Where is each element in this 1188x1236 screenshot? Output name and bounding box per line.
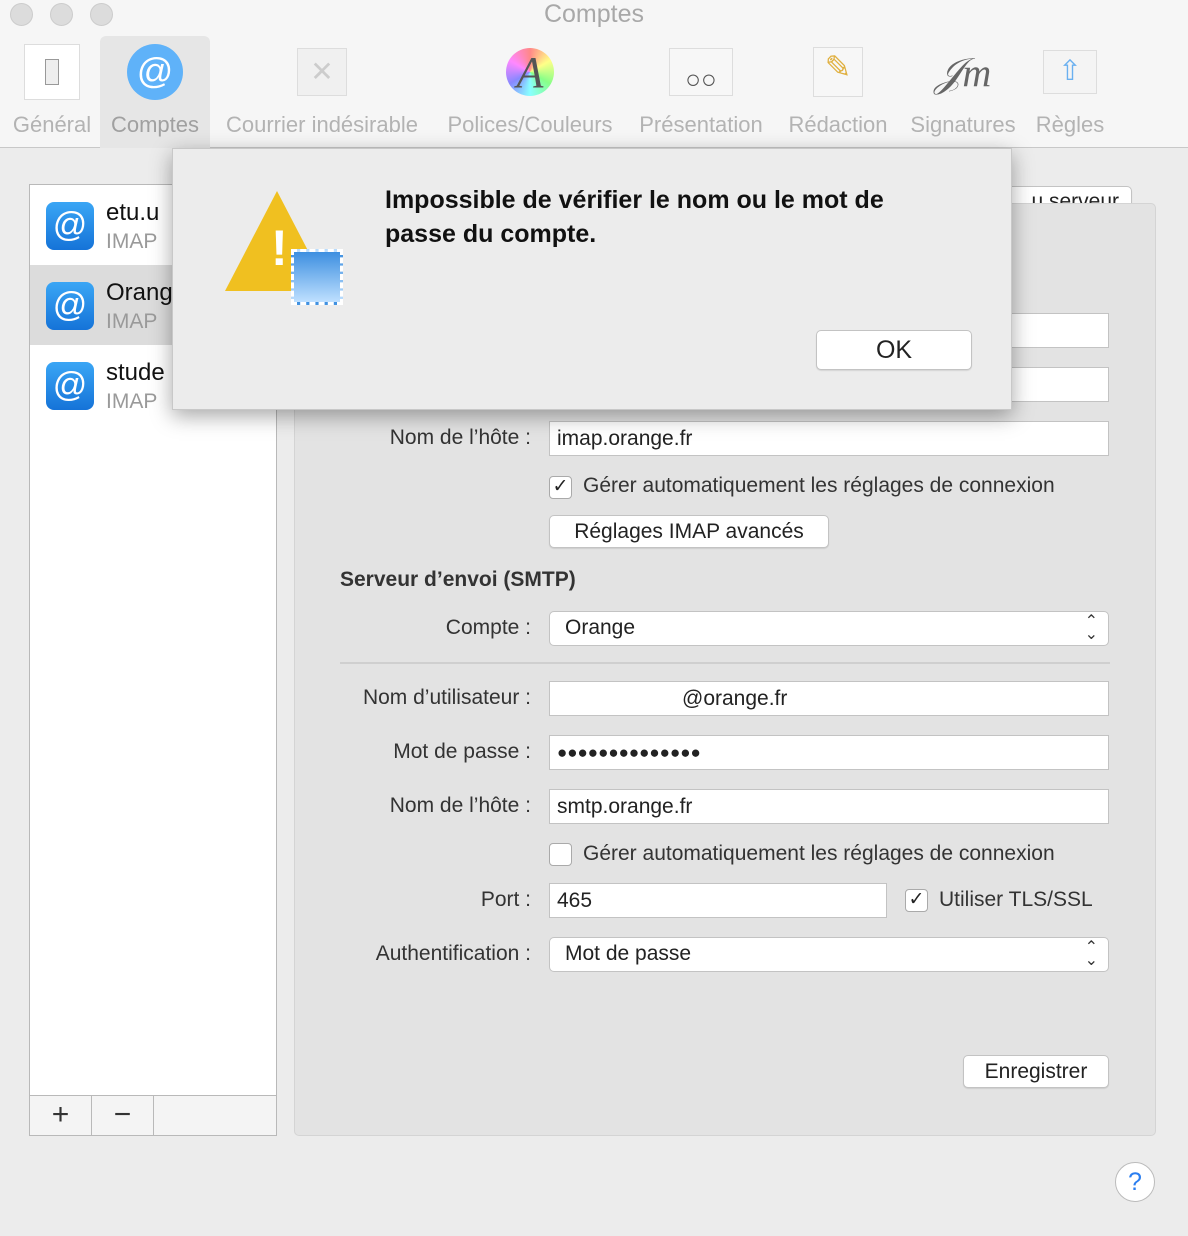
pencil-icon: ✎ <box>782 36 894 108</box>
smtp-account-select[interactable]: Orange ⌃ ⌄ <box>549 611 1109 646</box>
divider <box>340 662 1110 664</box>
smtp-password-input[interactable]: ●●●●●●●●●●●●●● <box>549 735 1109 770</box>
smtp-section-title: Serveur d’envoi (SMTP) <box>340 568 576 591</box>
ok-button[interactable]: OK <box>816 330 972 370</box>
mail-stamp-icon <box>291 249 343 305</box>
smtp-auto-checkbox[interactable] <box>549 843 572 866</box>
list-toolbar: + − <box>30 1095 276 1136</box>
incoming-host-label: Nom de l’hôte : <box>389 426 531 449</box>
at-icon: @ <box>100 36 210 108</box>
signature-icon: 𝒥m <box>934 49 992 95</box>
toolbar-viewing[interactable]: ○○ Présentation <box>630 36 772 148</box>
add-account-button[interactable]: + <box>30 1096 92 1136</box>
incoming-auto-label: Gérer automatiquement les réglages de co… <box>583 474 1055 497</box>
remove-account-button[interactable]: − <box>92 1096 154 1136</box>
smtp-host-label: Nom de l’hôte : <box>389 794 531 817</box>
auth-value: Mot de passe <box>565 942 692 965</box>
toolbar-composing[interactable]: ✎ Rédaction <box>782 36 894 148</box>
incoming-host-input[interactable]: imap.orange.fr <box>549 421 1109 456</box>
window-title: Comptes <box>543 0 645 28</box>
help-button[interactable]: ? <box>1115 1162 1155 1202</box>
auth-select[interactable]: Mot de passe ⌃ ⌄ <box>549 937 1109 972</box>
smtp-account-value: Orange <box>565 616 636 639</box>
dialog-message: Impossible de vérifier le nom ou le mot … <box>385 186 884 248</box>
smtp-auto-label: Gérer automatiquement les réglages de co… <box>583 842 1055 865</box>
error-dialog: ! Impossible de vérifier le nom ou le mo… <box>172 148 1012 410</box>
fonts-colors-icon: A <box>440 36 620 108</box>
toolbar-general[interactable]: Général <box>4 36 100 148</box>
toolbar-rules[interactable]: ⇧ Règles <box>1030 36 1110 148</box>
advanced-imap-button[interactable]: Réglages IMAP avancés <box>549 515 829 548</box>
port-label: Port : <box>480 888 531 911</box>
at-icon: @ <box>46 362 94 410</box>
rules-icon: ⇧ <box>1030 36 1110 108</box>
switch-icon <box>4 36 100 108</box>
save-button[interactable]: Enregistrer <box>963 1055 1109 1088</box>
at-icon: @ <box>46 282 94 330</box>
smtp-account-label: Compte : <box>445 616 531 639</box>
chevron-updown-icon: ⌃ ⌄ <box>1084 939 1098 969</box>
toolbar-fonts-colors[interactable]: A Polices/Couleurs <box>440 36 620 148</box>
tls-label: Utiliser TLS/SSL <box>939 888 1093 911</box>
incoming-auto-checkbox[interactable]: ✓ <box>549 476 572 499</box>
smtp-user-input[interactable]: @orange.fr <box>549 681 1109 716</box>
port-input[interactable]: 465 <box>549 883 887 918</box>
exclamation-mark: ! <box>271 220 288 276</box>
smtp-host-input[interactable]: smtp.orange.fr <box>549 789 1109 824</box>
glasses-icon: ○○ <box>630 36 772 108</box>
at-icon: @ <box>46 202 94 250</box>
toolbar-signatures[interactable]: 𝒥m Signatures <box>904 36 1022 148</box>
tls-checkbox[interactable]: ✓ <box>905 889 928 912</box>
auth-label: Authentification : <box>375 942 531 965</box>
smtp-user-label: Nom d’utilisateur : <box>362 686 531 709</box>
smtp-password-label: Mot de passe : <box>393 740 531 763</box>
toolbar-junk[interactable]: ✕ Courrier indésirable <box>214 36 430 148</box>
junk-bin-icon: ✕ <box>214 36 430 108</box>
title-bar: Comptes Général @ Comptes ✕ Courrier ind… <box>0 0 1188 148</box>
chevron-updown-icon: ⌃ ⌄ <box>1084 613 1098 643</box>
toolbar-accounts[interactable]: @ Comptes <box>100 36 210 148</box>
